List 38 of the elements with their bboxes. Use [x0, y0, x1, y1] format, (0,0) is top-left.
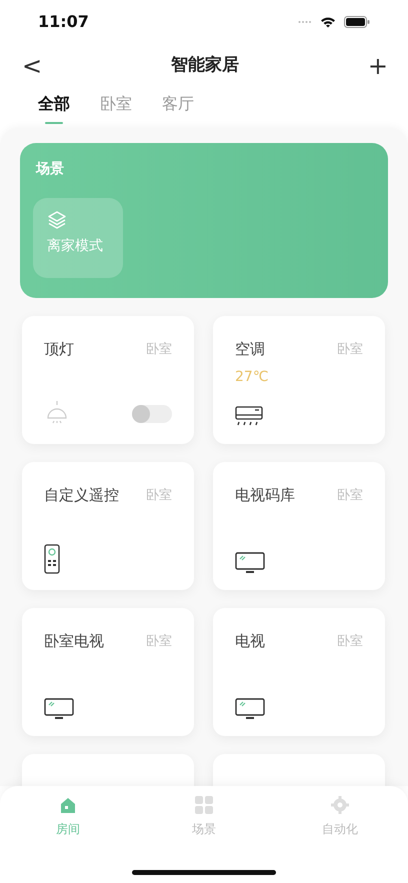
tv-icon	[44, 698, 74, 720]
tv-icon	[235, 698, 265, 720]
layers-icon	[47, 210, 67, 230]
air-conditioner-icon	[235, 406, 263, 428]
toggle-switch[interactable]	[132, 405, 172, 423]
page-title: 智能家居	[171, 54, 239, 78]
device-card[interactable]: 电视 卧室	[213, 608, 385, 736]
remote-icon	[44, 544, 60, 574]
device-name: 电视码库	[235, 485, 295, 506]
grid-icon	[195, 796, 213, 814]
device-card[interactable]: 卧室电视 卧室	[22, 608, 194, 736]
device-name: 自定义遥控	[44, 485, 119, 506]
device-card[interactable]: 自定义遥控 卧室	[22, 462, 194, 590]
tv-icon	[235, 552, 265, 574]
room-label: 卧室	[337, 487, 363, 505]
device-card[interactable]: 空调 卧室 27℃	[213, 316, 385, 444]
room-tab[interactable]: 全部	[38, 92, 70, 124]
add-button[interactable]: +	[368, 54, 388, 78]
room-label: 卧室	[337, 341, 363, 359]
room-label: 卧室	[146, 487, 172, 505]
room-label: 卧室	[146, 633, 172, 651]
signal-icon	[298, 20, 312, 24]
battery-icon	[344, 16, 370, 28]
gear-icon	[331, 796, 349, 814]
back-button[interactable]: <	[22, 54, 42, 78]
device-name: 空调	[235, 339, 265, 360]
house-icon	[59, 796, 77, 814]
status-time: 11:07	[38, 11, 89, 33]
device-name: 电视	[235, 631, 265, 652]
wifi-icon	[320, 16, 336, 28]
device-name: 顶灯	[44, 339, 74, 360]
temperature-text: 27℃	[235, 368, 270, 386]
device-name: 卧室电视	[44, 631, 104, 652]
room-label: 卧室	[146, 341, 172, 359]
section-title: 场景	[36, 160, 65, 179]
device-card[interactable]: 顶灯 卧室	[22, 316, 194, 444]
room-label: 卧室	[337, 633, 363, 651]
device-card[interactable]: 电视码库 卧室	[213, 462, 385, 590]
